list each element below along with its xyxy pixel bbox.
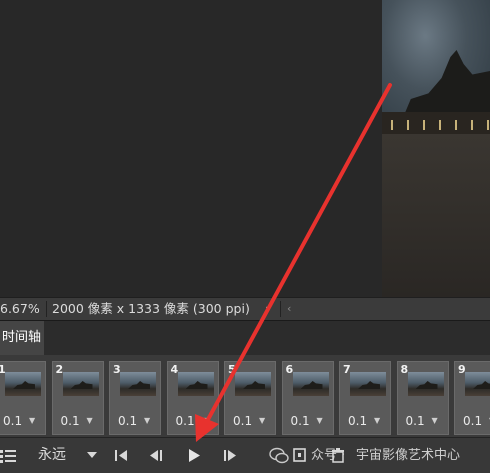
duration-caret-icon[interactable]: ▼ xyxy=(29,416,35,425)
document-canvas-area xyxy=(0,0,490,297)
duration-caret-icon[interactable]: ▼ xyxy=(317,416,323,425)
timeline-frame[interactable]: 2 0.1 ▼ xyxy=(51,361,104,435)
frame-thumbnail xyxy=(62,372,99,396)
duration-caret-icon[interactable]: ▼ xyxy=(259,416,265,425)
frame-duration[interactable]: 0.1 xyxy=(61,414,80,428)
timeline-controls: 永远 众号 · 宇宙影像艺术中心 xyxy=(0,437,490,473)
scroll-left-icon[interactable]: ‹ xyxy=(287,298,291,320)
timeline-frame[interactable]: 1 0.1 ▼ xyxy=(0,361,46,435)
frame-thumbnail xyxy=(292,372,329,396)
duration-caret-icon[interactable]: ▼ xyxy=(144,416,150,425)
frame-thumbnail xyxy=(177,372,214,396)
frame-thumbnail xyxy=(120,372,156,396)
frame-thumbnail xyxy=(5,372,41,396)
timeline-frame[interactable]: 5 0.1 ▼ xyxy=(224,361,276,435)
new-frame-icon[interactable] xyxy=(292,438,308,473)
frames-strip: 1 0.1 ▼ 2 0.1 ▼ 3 0.1 ▼ 4 0.1 ▼ 5 0.1 ▼ 6 0.1 ▼ 7 0.1 ▼ 8 0.1 ▼… xyxy=(0,355,490,437)
timeline-frame[interactable]: 90.1▼ xyxy=(454,361,490,435)
timeline-frame[interactable]: 7 0.1 ▼ xyxy=(339,361,391,435)
duration-caret-icon[interactable]: ▼ xyxy=(202,416,208,425)
step-forward-icon[interactable] xyxy=(222,438,238,473)
duration-caret-icon[interactable]: ▼ xyxy=(87,416,93,425)
watermark-text: 宇宙影像艺术中心 xyxy=(356,448,461,463)
status-divider xyxy=(46,301,47,317)
frame-duration[interactable]: 0.1 xyxy=(406,414,425,428)
status-separator xyxy=(280,301,281,317)
caret-down-icon[interactable] xyxy=(86,438,98,473)
document-info: 2000 像素 x 1333 像素 (300 ppi) xyxy=(52,301,250,316)
duration-caret-icon[interactable]: ▼ xyxy=(432,416,438,425)
trash-icon[interactable] xyxy=(330,438,346,473)
timeline-frame[interactable]: 4 0.1 ▼ xyxy=(166,361,219,435)
frame-thumbnail xyxy=(235,372,271,396)
document-photo xyxy=(382,0,490,297)
frame-thumbnail xyxy=(350,372,386,396)
frame-duration[interactable]: 0.1 xyxy=(233,414,252,428)
timeline-frame[interactable]: 6 0.1 ▼ xyxy=(281,361,334,435)
duration-caret-icon[interactable]: ▼ xyxy=(374,416,380,425)
frame-thumbnail xyxy=(407,372,444,396)
skip-to-first-icon[interactable] xyxy=(113,438,129,473)
frame-duration[interactable]: 0.1 xyxy=(463,414,482,428)
wechat-icon xyxy=(268,438,290,473)
frame-duration[interactable]: 0.1 xyxy=(176,414,195,428)
frame-duration[interactable]: 0.1 xyxy=(348,414,367,428)
frame-thumbnail xyxy=(465,372,490,396)
status-menu-arrow-icon[interactable]: › xyxy=(265,298,269,320)
frame-duration[interactable]: 0.1 xyxy=(118,414,137,428)
timeline-menu-icon[interactable] xyxy=(0,438,18,473)
frame-duration[interactable]: 0.1 xyxy=(291,414,310,428)
tab-timeline[interactable]: 时间轴 xyxy=(0,321,44,355)
step-back-icon[interactable] xyxy=(148,438,164,473)
play-icon[interactable] xyxy=(186,438,202,473)
timeline-panel-header: 时间轴 xyxy=(0,320,490,355)
frame-duration[interactable]: 0.1 xyxy=(3,414,22,428)
loop-options-value[interactable]: 永远 xyxy=(38,438,66,473)
timeline-frame[interactable]: 3 0.1 ▼ xyxy=(109,361,161,435)
timeline-frame[interactable]: 8 0.1 ▼ xyxy=(396,361,449,435)
status-bar: 6.67% 2000 像素 x 1333 像素 (300 ppi) › ‹ xyxy=(0,297,490,320)
zoom-level[interactable]: 6.67% xyxy=(0,298,40,320)
